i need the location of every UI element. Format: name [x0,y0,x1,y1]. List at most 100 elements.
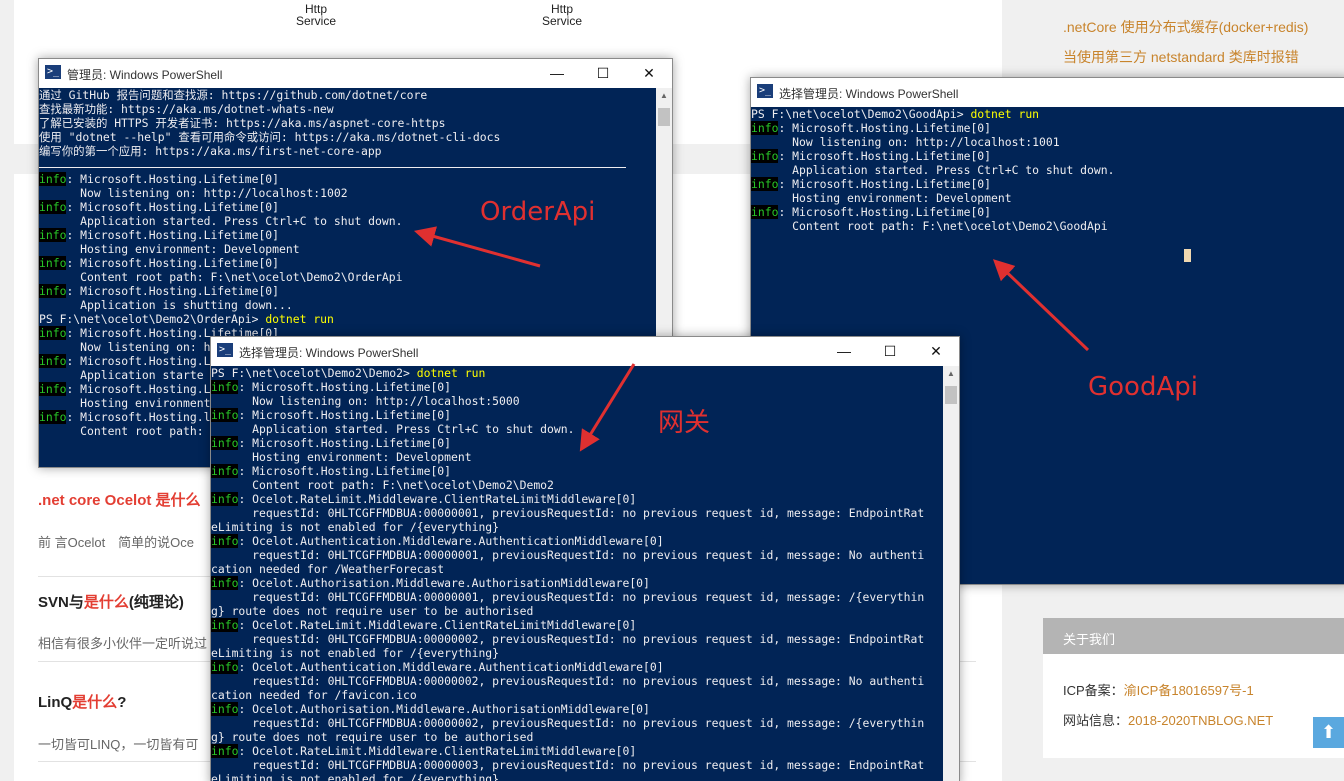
maximize-button[interactable]: ☐ [580,59,626,88]
powershell-icon: >_ [757,84,773,98]
console-text: Content root path: F:\net\ocelot\Demo2\G… [751,219,1108,233]
console-line: requestId: 0HLTCGFFMDBUA:00000002, previ… [211,632,943,646]
log-level-tag: info [211,618,239,632]
console-text: Application started. Press Ctrl+C to shu… [211,422,575,436]
vertical-scrollbar[interactable]: ▲ [943,366,959,781]
console-line: eLimiting is not enabled for /{everythin… [211,772,943,781]
console-line: eLimiting is not enabled for /{everythin… [211,646,943,660]
console-text: Hosting environment: Development [39,242,300,256]
article-title-highlight: 是什么 [72,694,118,711]
console-line: info: Microsoft.Hosting.Lifetime[0] [751,205,1344,219]
console-line: PS F:\net\ocelot\Demo2\Demo2> dotnet run [211,366,943,380]
log-level-tag: info [211,436,239,450]
console-line: Application started. Press Ctrl+C to shu… [751,163,1344,177]
console-text: eLimiting is not enabled for /{everythin… [211,520,500,534]
powershell-icon: >_ [45,65,61,79]
console-text: : Microsoft.Hosting.Lifetime[0] [778,205,992,219]
console-line: Content root path: F:\net\ocelot\Demo2\G… [751,219,1344,233]
text-cursor [1184,249,1191,262]
close-button[interactable]: ✕ [913,337,959,366]
console-text: eLimiting is not enabled for /{everythin… [211,646,500,660]
console-line: info: Microsoft.Hosting.Lifetime[0] [211,380,943,394]
scrollbar-thumb[interactable] [658,108,670,126]
icp-link[interactable]: 渝ICP备18016597号-1 [1124,683,1254,698]
about-us-panel: 关于我们 ICP备案：渝ICP备18016597号-1 网站信息：2018-20… [1043,618,1344,758]
console-line: Now listening on: http://localhost:1001 [751,135,1344,149]
article-excerpt: 一切皆可LINQ，一切皆有可 [38,737,199,752]
site-info-row: 网站信息：2018-2020TNBLOG.NET [1063,710,1273,729]
annotation-goodapi: GoodApi [1088,372,1198,402]
console-text: cation needed for /WeatherForecast [211,562,445,576]
console-line: info: Ocelot.Authentication.Middleware.A… [211,534,943,548]
console-line: info: Microsoft.Hosting.Lifetime[0] [751,149,1344,163]
console-text: : Microsoft.Hosting.Lifetime[0] [778,121,992,135]
window-title: 选择管理员: Windows PowerShell [779,87,959,101]
window-controls: — ☐ ✕ [534,59,672,88]
site-info-link[interactable]: 2018-2020TNBLOG.NET [1128,713,1273,728]
window-titlebar[interactable]: >_ 管理员: Windows PowerShell — ☐ ✕ [39,59,672,88]
console-text: Now listening on: http://localhost:1001 [751,135,1060,149]
minimize-button[interactable]: — [821,337,867,366]
console-line: 使用 "dotnet --help" 查看可用命令或访问: https://ak… [39,130,656,144]
console-text: Content root path: F:\net\ocelot\Demo2\O… [39,270,403,284]
scroll-up-arrow-icon[interactable]: ▲ [656,88,672,104]
console-text: Hosting environment: Development [751,191,1012,205]
console-line: Application is shutting down... [39,298,656,312]
close-button[interactable]: ✕ [626,59,672,88]
console-text: : Ocelot.RateLimit.Middleware.ClientRate… [238,492,637,506]
log-level-tag: info [751,177,779,191]
sidebar-link-netstandard-error[interactable]: 当使用第三方 netstandard 类库时报错 [1063,47,1299,67]
console-line: g} route does not require user to be aut… [211,604,943,618]
log-level-tag: info [39,228,67,242]
console-text: requestId: 0HLTCGFFMDBUA:00000001, previ… [211,548,925,562]
window-titlebar[interactable]: >_ 选择管理员: Windows PowerShell [751,78,1344,107]
article-title-highlight: .net core Ocelot 是什么 [38,492,201,509]
article-title-ocelot[interactable]: .net core Ocelot 是什么 [38,489,201,510]
window-titlebar[interactable]: >_ 选择管理员: Windows PowerShell — ☐ ✕ [211,337,959,366]
console-text: 了解已安装的 HTTPS 开发者证书: https://aka.ms/aspne… [39,116,446,130]
powershell-window-gateway[interactable]: >_ 选择管理员: Windows PowerShell — ☐ ✕ PS F:… [210,336,960,781]
log-level-tag: info [751,205,779,219]
scrollbar-thumb[interactable] [945,386,957,404]
console-line: requestId: 0HLTCGFFMDBUA:00000001, previ… [211,590,943,604]
diagram-label-line: Service [541,14,582,28]
console-line: info: Ocelot.RateLimit.Middleware.Client… [211,618,943,632]
log-level-tag: info [39,256,67,270]
console-line: Hosting environment: Development [751,191,1344,205]
minimize-button[interactable]: — [534,59,580,88]
site-info-label: 网站信息： [1063,713,1129,728]
console-separator [39,158,626,168]
console-output[interactable]: PS F:\net\ocelot\Demo2\Demo2> dotnet run… [211,366,943,781]
log-level-tag: info [211,660,239,674]
console-text: Hosting environment: Development [211,450,472,464]
console-line: PS F:\net\ocelot\Demo2\GoodApi> dotnet r… [751,107,1344,121]
maximize-button[interactable]: ☐ [867,337,913,366]
console-text: : Microsoft.Hosting.Lifetime[0] [778,149,992,163]
sidebar-link-distributed-cache[interactable]: .netCore 使用分布式缓存(docker+redis) [1063,17,1308,37]
console-line: 查找最新功能: https://aka.ms/dotnet-whats-new [39,102,656,116]
console-text: Content root path: F:\net\ocelot\Demo2\D… [211,478,554,492]
console-text: requestId: 0HLTCGFFMDBUA:00000002, previ… [211,674,925,688]
console-line: requestId: 0HLTCGFFMDBUA:00000002, previ… [211,716,943,730]
scroll-up-arrow-icon[interactable]: ▲ [943,366,959,382]
article-title-highlight: 是什么 [83,594,129,611]
console-text: Application started. Press Ctrl+C to shu… [751,163,1115,177]
log-level-tag: info [751,149,779,163]
article-title-linq[interactable]: LinQ是什么? [38,691,126,712]
console-text: 使用 "dotnet --help" 查看可用命令或访问: https://ak… [39,130,501,144]
console-text: 编写你的第一个应用: https://aka.ms/first-net-core… [39,144,382,158]
console-text: PS F:\net\ocelot\Demo2\GoodApi> [751,107,971,121]
console-line: Now listening on: http://localhost:5000 [211,394,943,408]
console-text: : Microsoft.Hosting.Lifetime[0] [238,380,452,394]
console-text: : Microsoft.Hosting.Lifetime[0] [238,464,452,478]
window-controls: — ☐ ✕ [821,337,959,366]
console-text: : Microsoft.Hosting.Lifetime[0] [66,228,280,242]
console-line: requestId: 0HLTCGFFMDBUA:00000002, previ… [211,674,943,688]
console-line: info: Microsoft.Hosting.Lifetime[0] [39,228,656,242]
window-title: 管理员: Windows PowerShell [67,68,223,82]
console-line: cation needed for /favicon.ico [211,688,943,702]
article-title-svn[interactable]: SVN与是什么(纯理论) [38,591,184,612]
console-line: info: Microsoft.Hosting.Lifetime[0] [39,256,656,270]
about-us-header: 关于我们 [1043,618,1344,654]
back-to-top-button[interactable]: ⬆ [1313,717,1344,748]
